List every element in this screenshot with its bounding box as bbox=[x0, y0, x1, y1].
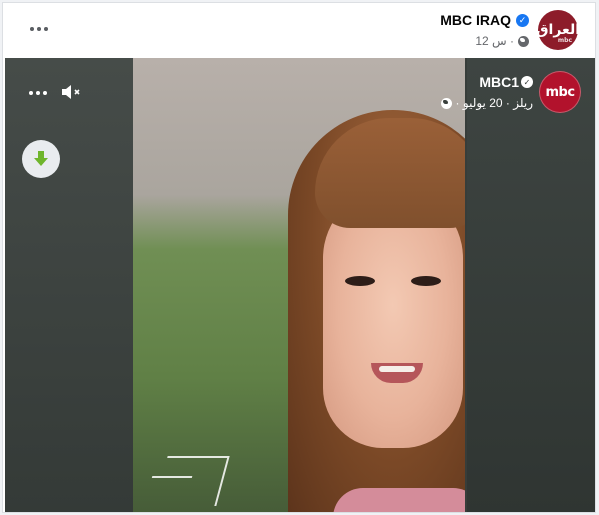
page-name-row: MBC IRAQ ✓ bbox=[440, 12, 529, 28]
reel-meta: ريلز · 20 يوليو · bbox=[440, 96, 533, 110]
reel-meta-text[interactable]: ريلز · 20 يوليو · bbox=[456, 96, 533, 110]
post-card: العراق mbc MBC IRAQ ✓ 12 س · mbc MBC1 ✓ … bbox=[2, 2, 596, 513]
video-letterbox-right bbox=[467, 58, 595, 512]
page-avatar-text: العراق bbox=[536, 22, 580, 38]
video-letterbox-left bbox=[5, 58, 133, 512]
video-subject-eye bbox=[345, 276, 375, 286]
post-time[interactable]: 12 س · bbox=[475, 34, 514, 48]
speaker-muted-icon bbox=[62, 85, 80, 99]
post-more-button[interactable] bbox=[25, 19, 53, 39]
page-avatar-sub: mbc bbox=[557, 37, 572, 44]
page-avatar[interactable]: العراق mbc bbox=[536, 10, 580, 50]
page-name[interactable]: MBC IRAQ bbox=[440, 12, 511, 28]
reel-avatar-text: mbc bbox=[545, 84, 575, 100]
video-subject-sweater bbox=[333, 488, 465, 512]
post-meta: 12 س · bbox=[475, 34, 529, 48]
verified-badge-icon: ✓ bbox=[521, 76, 533, 88]
video-watermark-logo bbox=[154, 456, 230, 506]
video-subject-eye bbox=[411, 276, 441, 286]
download-arrow-icon bbox=[34, 151, 48, 166]
download-button[interactable] bbox=[22, 140, 60, 178]
more-dots-icon bbox=[29, 91, 47, 95]
globe-icon bbox=[518, 35, 529, 47]
reel-author-avatar[interactable]: mbc bbox=[539, 71, 581, 113]
reel-author-name[interactable]: MBC1 bbox=[479, 74, 519, 90]
verified-badge-icon: ✓ bbox=[516, 13, 529, 27]
reel-video[interactable]: mbc MBC1 ✓ ريلز · 20 يوليو · bbox=[5, 58, 595, 512]
more-dots-icon bbox=[30, 27, 48, 31]
globe-icon bbox=[440, 97, 452, 109]
video-frame bbox=[133, 58, 465, 512]
reel-author-row: MBC1 ✓ bbox=[479, 74, 533, 90]
reel-more-button[interactable] bbox=[25, 84, 51, 102]
volume-mute-button[interactable] bbox=[59, 80, 83, 104]
